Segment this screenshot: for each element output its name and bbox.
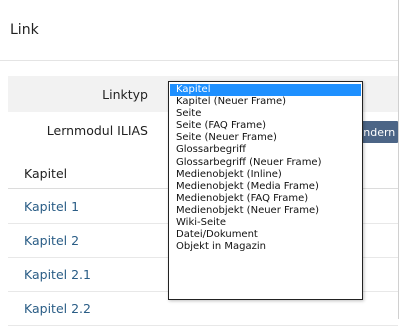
chapter-link[interactable]: Kapitel 2.2 <box>24 301 91 316</box>
chapter-link[interactable]: Kapitel 2.1 <box>24 267 91 282</box>
dropdown-option-seite-faq-frame[interactable]: Seite (FAQ Frame) <box>170 120 361 132</box>
dropdown-option-seite[interactable]: Seite <box>170 108 361 120</box>
dropdown-option-datei-dokument[interactable]: Datei/Dokument <box>170 229 361 241</box>
dropdown-option-medienobjekt-faq-frame[interactable]: Medienobjekt (FAQ Frame) <box>170 193 361 205</box>
dialog-title: Link <box>10 22 39 38</box>
dropdown-option-glossarbegriff[interactable]: Glossarbegriff <box>170 144 361 156</box>
link-type-dropdown-list[interactable]: Kapitel Kapitel (Neuer Frame) Seite Seit… <box>168 81 363 300</box>
dropdown-option-wiki-seite[interactable]: Wiki-Seite <box>170 217 361 229</box>
dropdown-option-objekt-in-magazin[interactable]: Objekt in Magazin <box>170 241 361 253</box>
header-divider <box>0 60 398 61</box>
dropdown-option-medienobjekt-media-frame[interactable]: Medienobjekt (Media Frame) <box>170 181 361 193</box>
learning-module-label: Lernmodul ILIAS <box>46 122 148 138</box>
link-dialog: Link Linktyp Lernmodul ILIAS Ändern Kapi… <box>0 0 406 326</box>
dropdown-option-medienobjekt-inline[interactable]: Medienobjekt (Inline) <box>170 169 361 181</box>
dialog-border <box>398 0 399 319</box>
chapter-list-header-label: Kapitel <box>24 165 68 181</box>
dropdown-option-medienobjekt-neuer-frame[interactable]: Medienobjekt (Neuer Frame) <box>170 205 361 217</box>
dropdown-option-kapitel[interactable]: Kapitel <box>170 84 361 97</box>
dialog-header: Link <box>0 0 406 60</box>
dropdown-option-glossarbegriff-neuer-frame[interactable]: Glossarbegriff (Neuer Frame) <box>170 157 361 169</box>
chapter-link[interactable]: Kapitel 2 <box>24 233 79 248</box>
dropdown-option-seite-neuer-frame[interactable]: Seite (Neuer Frame) <box>170 132 361 144</box>
dropdown-option-kapitel-neuer-frame[interactable]: Kapitel (Neuer Frame) <box>170 96 361 108</box>
chapter-link[interactable]: Kapitel 1 <box>24 199 79 214</box>
link-type-label: Linktyp <box>102 86 148 102</box>
